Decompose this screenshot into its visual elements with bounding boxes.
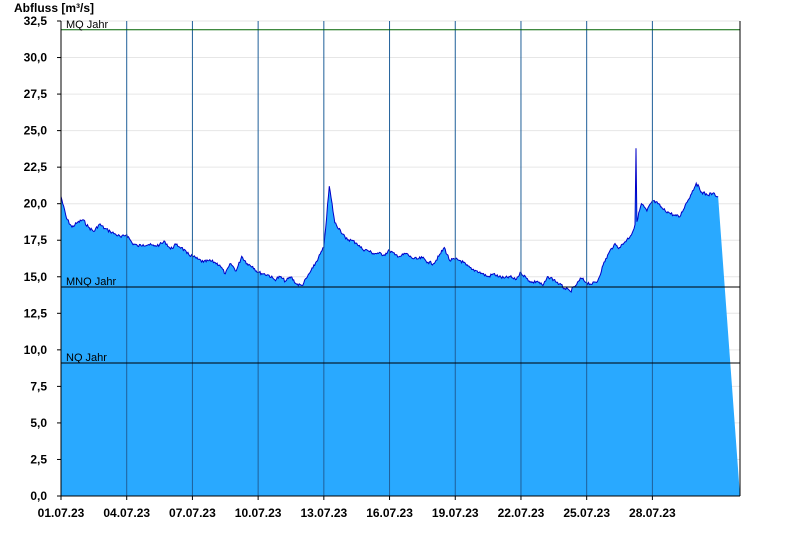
reference-line-label: MQ Jahr bbox=[66, 19, 109, 31]
y-tick-label: 22,5 bbox=[24, 160, 48, 174]
y-tick-label: 30,0 bbox=[24, 51, 48, 65]
y-tick-label: 12,5 bbox=[24, 306, 48, 320]
x-tick-label: 19.07.23 bbox=[432, 506, 479, 520]
y-tick-label: 2,5 bbox=[30, 452, 47, 466]
y-tick-label: 10,0 bbox=[24, 343, 48, 357]
y-tick-label: 0,0 bbox=[30, 489, 47, 503]
discharge-chart: Abfluss [m³/s] MQ Jahr MNQ Jahr NQ Jahr 0,… bbox=[14, 1, 741, 520]
y-tick-label: 32,5 bbox=[24, 14, 48, 28]
y-tick-label: 20,0 bbox=[24, 197, 48, 211]
x-tick-label: 04.07.23 bbox=[103, 506, 150, 520]
reference-line-label: NQ Jahr bbox=[66, 352, 107, 364]
y-tick-label: 5,0 bbox=[30, 416, 47, 430]
x-tick-label: 22.07.23 bbox=[498, 506, 545, 520]
y-tick-label: 7,5 bbox=[30, 379, 47, 393]
x-tick-label: 16.07.23 bbox=[366, 506, 413, 520]
x-tick-label: 25.07.23 bbox=[563, 506, 610, 520]
x-tick-label: 13.07.23 bbox=[300, 506, 347, 520]
y-tick-label: 25,0 bbox=[24, 124, 48, 138]
y-tick-label: 15,0 bbox=[24, 270, 48, 284]
reference-line-label: MNQ Jahr bbox=[66, 276, 116, 288]
y-tick-label: 27,5 bbox=[24, 87, 48, 101]
y-tick-label: 17,5 bbox=[24, 233, 48, 247]
x-tick-label: 28.07.23 bbox=[629, 506, 676, 520]
y-tick-labels: 0,0 2,5 5,0 7,5 10,0 12,5 15,0 17,5 20,0 22,5 25,0… bbox=[24, 14, 61, 503]
x-tick-label: 10.07.23 bbox=[235, 506, 282, 520]
discharge-series bbox=[60, 148, 740, 496]
discharge-area bbox=[61, 148, 740, 496]
x-tick-labels: 01.07.23 04.07.23 07.07.23 10.07.23 13.07.23… bbox=[38, 496, 676, 520]
x-tick-label: 07.07.23 bbox=[169, 506, 216, 520]
x-tick-label: 01.07.23 bbox=[38, 506, 85, 520]
y-axis-title: Abfluss [m³/s] bbox=[14, 1, 94, 15]
